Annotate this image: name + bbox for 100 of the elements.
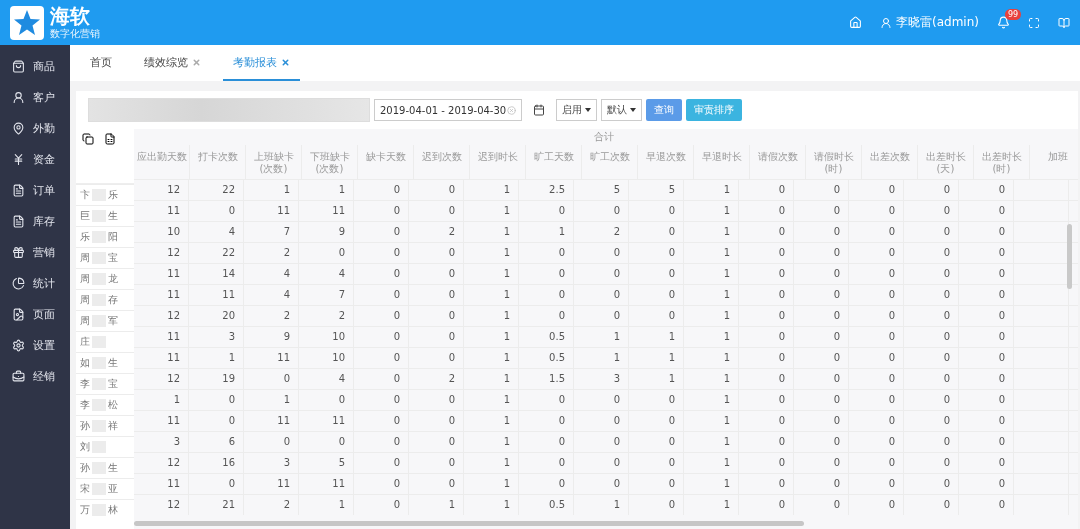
table-cell: 1 [684, 474, 739, 494]
gift-icon [12, 246, 25, 259]
copy-icon[interactable] [82, 133, 94, 145]
tab[interactable]: 考勤报表 [223, 45, 300, 81]
table-cell: 0 [629, 432, 684, 452]
sidebar-item[interactable]: 页面 [0, 299, 70, 330]
sidebar-item[interactable]: 外勤 [0, 113, 70, 144]
column-header: 出差时长 (时) [974, 145, 1030, 179]
notification-icon[interactable] [997, 16, 1010, 29]
table-cell: 1 [464, 264, 519, 284]
table-cell: 0 [519, 411, 574, 431]
table-cell: 1 [464, 348, 519, 368]
table-cell: 0 [904, 180, 959, 200]
column-header: 打卡次数 [190, 145, 246, 179]
table-cell: 0 [519, 243, 574, 263]
table-cell: 12 [134, 243, 189, 263]
name-text: 乐 [80, 230, 90, 244]
image-file-icon [12, 308, 25, 321]
home-icon[interactable] [849, 16, 863, 29]
table-cell: 0 [959, 180, 1014, 200]
table-cell: 1 [684, 432, 739, 452]
table-cell: 0 [959, 285, 1014, 305]
sidebar-item[interactable]: 经销 [0, 361, 70, 392]
sidebar-item[interactable]: 资金 [0, 144, 70, 175]
sidebar-item[interactable]: 设置 [0, 330, 70, 361]
table-cell: 0 [739, 285, 794, 305]
order-select[interactable]: 默认 [601, 99, 642, 121]
table-cell: 0 [904, 495, 959, 515]
table-cell: 0 [959, 348, 1014, 368]
table-cell: 0.5 [519, 348, 574, 368]
table-cell: 0 [794, 201, 849, 221]
group-header: 合计 [593, 130, 615, 144]
table-cell: 0 [739, 327, 794, 347]
sidebar-item[interactable]: 营销 [0, 237, 70, 268]
table-cell: 11 [134, 474, 189, 494]
table-cell: 0 [574, 243, 629, 263]
table-cell: 0 [849, 390, 904, 410]
table-cell: 0 [739, 264, 794, 284]
table-cell: 0 [354, 285, 409, 305]
horizontal-scrollbar[interactable] [134, 521, 804, 526]
vertical-scrollbar[interactable] [1067, 224, 1072, 289]
table-cell: 0 [739, 453, 794, 473]
table-cell: 0 [354, 348, 409, 368]
tab[interactable]: 首页 [80, 45, 122, 81]
blurred-field[interactable] [88, 98, 370, 122]
table-cell: 1 [684, 180, 739, 200]
table-cell: 0 [409, 453, 464, 473]
clear-icon[interactable] [507, 105, 516, 115]
column-header: 缺卡天数 [358, 145, 414, 179]
table-cell: 0 [849, 453, 904, 473]
table-cell: 0 [354, 222, 409, 242]
table-cell: 12 [134, 369, 189, 389]
table-cell: 1 [464, 306, 519, 326]
close-icon[interactable] [281, 57, 290, 67]
table-cell: 12 [134, 306, 189, 326]
table-cell: 0 [574, 285, 629, 305]
table-cell: 0 [904, 453, 959, 473]
status-select[interactable]: 启用 [556, 99, 597, 121]
table-cell: 0 [849, 243, 904, 263]
table-cell: 11 [134, 264, 189, 284]
table-cell: 0 [354, 306, 409, 326]
table-cell: 21 [189, 495, 244, 515]
table-cell: 11 [134, 285, 189, 305]
table-cell: 0 [189, 411, 244, 431]
table-cell: 3 [189, 327, 244, 347]
tab[interactable]: 绩效综览 [134, 45, 211, 81]
table-cell: 0 [739, 411, 794, 431]
table-cell: 0 [409, 306, 464, 326]
table-cell: 0 [849, 474, 904, 494]
excel-icon[interactable] [104, 133, 116, 145]
book-icon[interactable] [1058, 16, 1070, 29]
table-cell: 0 [739, 495, 794, 515]
table-cell: 0 [849, 264, 904, 284]
table-cell: 1 [629, 327, 684, 347]
column-header: 请假次数 [750, 145, 806, 179]
table-cell: 0 [739, 474, 794, 494]
sidebar-item[interactable]: 商品 [0, 51, 70, 82]
column-header: 早退次数 [638, 145, 694, 179]
table-cell: 0 [519, 390, 574, 410]
table-cell: 0 [354, 264, 409, 284]
name-text: 阳 [108, 230, 118, 244]
table-cell: 0 [849, 369, 904, 389]
table-cell: 2 [299, 306, 354, 326]
table-cell: 0 [629, 285, 684, 305]
close-icon[interactable] [192, 57, 201, 67]
sidebar-item[interactable]: 客户 [0, 82, 70, 113]
sidebar-item[interactable]: 库存 [0, 206, 70, 237]
table-cell: 0 [904, 432, 959, 452]
table-cell: 0 [409, 180, 464, 200]
table-cell: 1 [684, 411, 739, 431]
table-cell: 1 [464, 243, 519, 263]
sidebar-item[interactable]: 订单 [0, 175, 70, 206]
table-cell: 3 [244, 453, 299, 473]
table-cell: 0 [904, 411, 959, 431]
sidebar-item[interactable]: 统计 [0, 268, 70, 299]
table-cell: 0 [189, 201, 244, 221]
name-text: 军 [108, 314, 118, 328]
table-cell: 1 [464, 495, 519, 515]
date-range-field[interactable]: 2019-04-01 - 2019-04-30 [374, 99, 522, 121]
fullscreen-icon[interactable] [1028, 16, 1040, 29]
